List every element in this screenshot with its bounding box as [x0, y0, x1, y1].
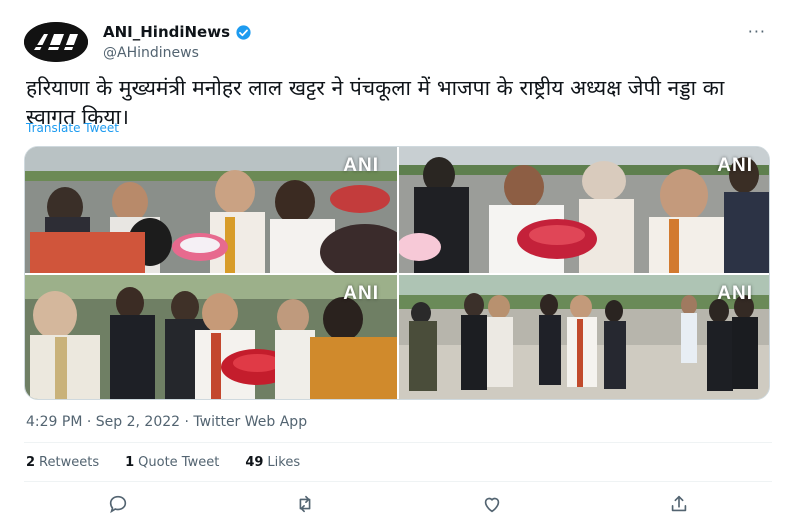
retweet-icon[interactable] — [294, 493, 316, 515]
reply-icon[interactable] — [107, 493, 129, 515]
likes-label: Likes — [267, 455, 301, 470]
ani-logo-icon — [24, 22, 88, 62]
avatar[interactable] — [24, 22, 88, 62]
translate-tweet-link[interactable]: Translate Tweet — [26, 121, 119, 135]
retweets-stat[interactable]: 2 Retweets — [26, 455, 99, 470]
like-icon[interactable] — [481, 493, 503, 515]
verified-badge-icon — [235, 24, 252, 41]
media-photo-2[interactable]: ANI — [399, 147, 769, 273]
user-handle[interactable]: @AHindinews — [103, 45, 252, 61]
share-icon[interactable] — [668, 493, 690, 515]
media-photo-3[interactable]: ANI — [25, 275, 397, 399]
display-name[interactable]: ANI_HindiNews — [103, 23, 230, 41]
action-bar — [24, 490, 772, 518]
quotes-label: Quote Tweet — [138, 455, 220, 470]
retweets-count: 2 — [26, 455, 36, 470]
divider — [24, 442, 772, 443]
ani-watermark: ANI — [343, 283, 379, 304]
tweet-text: हरियाणा के मुख्यमंत्री मनोहर लाल खट्टर न… — [26, 76, 725, 129]
retweets-label: Retweets — [39, 455, 100, 470]
tweet-timestamp[interactable]: 4:29 PM · Sep 2, 2022 · Twitter Web App — [26, 414, 307, 430]
likes-count: 49 — [245, 455, 264, 470]
quotes-count: 1 — [125, 455, 135, 470]
author-block: ANI_HindiNews @AHindinews — [103, 22, 252, 61]
media-grid: ANI ANI ANI ANI — [24, 146, 770, 400]
tweet: ANI_HindiNews @AHindinews ··· हरियाणा के… — [0, 0, 796, 527]
ani-watermark: ANI — [343, 155, 379, 176]
engagement-stats: 2 Retweets 1 Quote Tweet 49 Likes — [26, 455, 300, 470]
media-photo-1[interactable]: ANI — [25, 147, 397, 273]
quote-tweets-stat[interactable]: 1 Quote Tweet — [125, 455, 219, 470]
divider — [24, 481, 772, 482]
more-options-icon[interactable]: ··· — [748, 22, 766, 41]
ani-watermark: ANI — [717, 283, 753, 304]
likes-stat[interactable]: 49 Likes — [245, 455, 300, 470]
ani-watermark: ANI — [717, 155, 753, 176]
media-photo-4[interactable]: ANI — [399, 275, 769, 399]
